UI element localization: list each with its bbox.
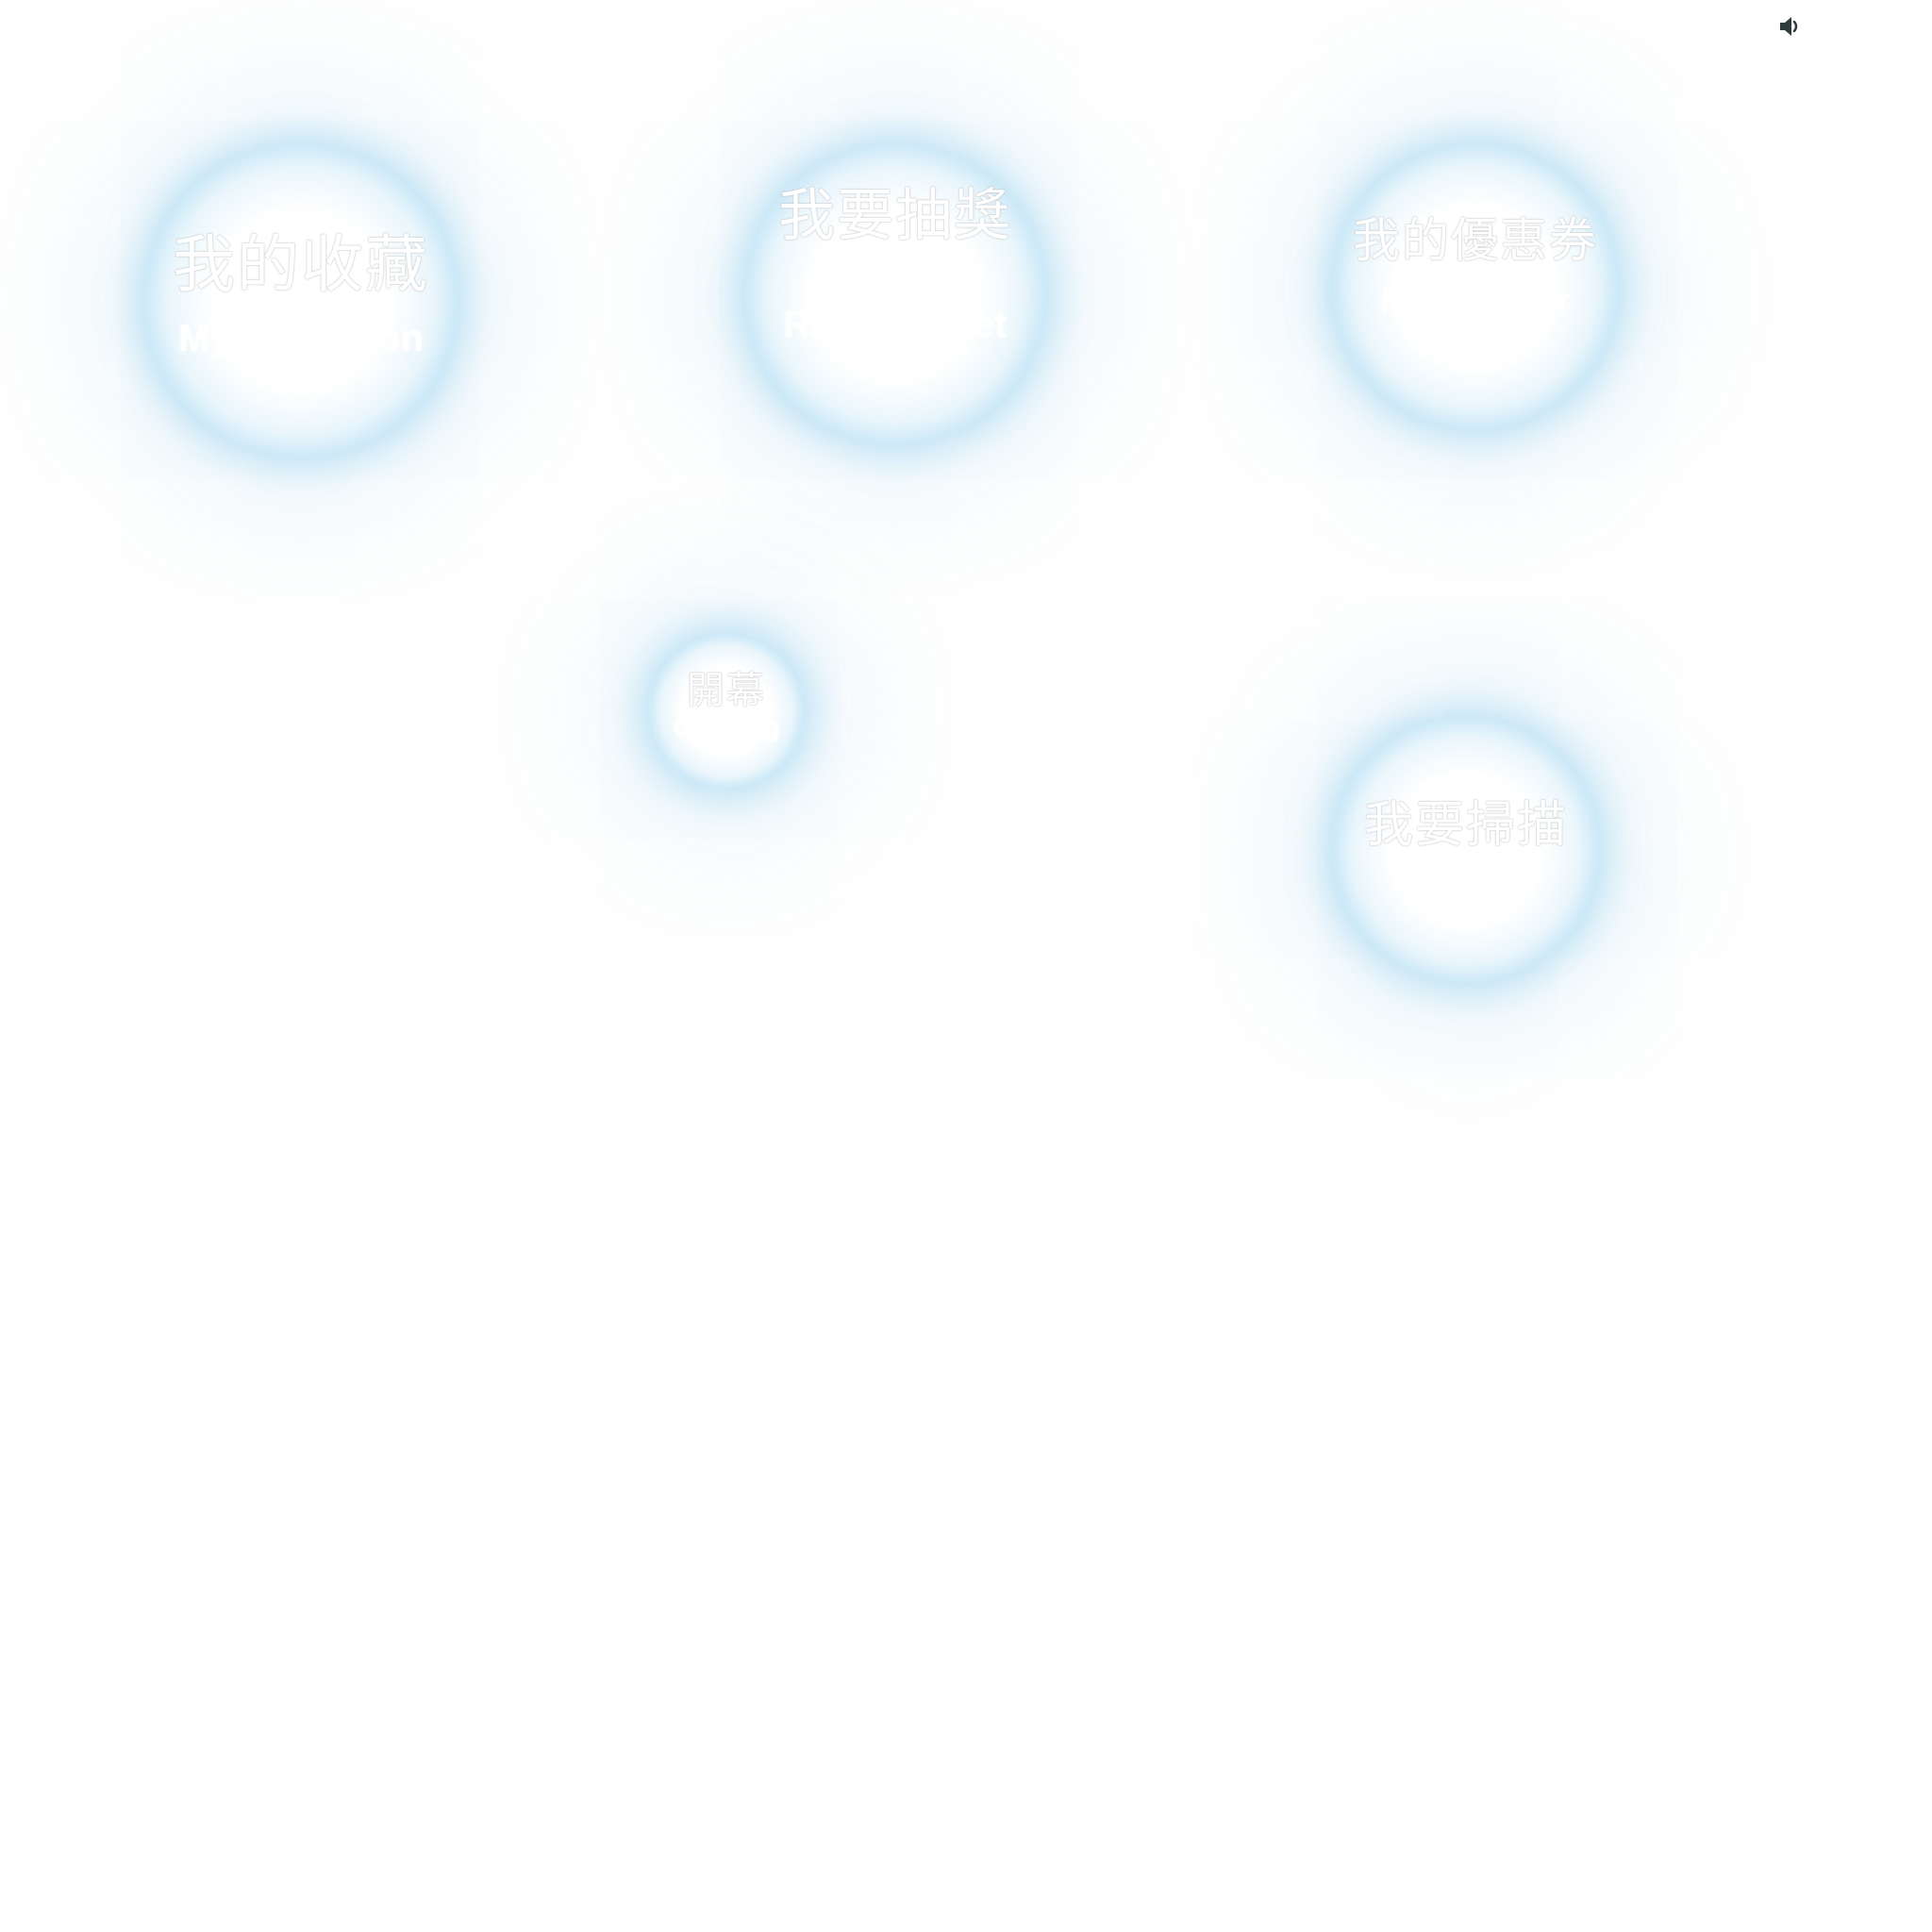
my-collection-label-en: My Collection bbox=[177, 318, 425, 360]
main-screen: 我的收藏 My Collection 我要抽獎 Raffle Ticket 我的… bbox=[0, 0, 1932, 1932]
my-collection-button[interactable]: 我的收藏 My Collection bbox=[144, 144, 458, 458]
raffle-ticket-label-zh: 我要抽獎 bbox=[778, 183, 1012, 249]
sound-toggle-button[interactable] bbox=[1774, 9, 1807, 43]
scan-button[interactable]: 我要掃描 bbox=[1333, 717, 1599, 983]
opening-label-en: Opening bbox=[673, 712, 780, 742]
speaker-icon bbox=[1780, 17, 1798, 36]
raffle-ticket-button[interactable]: 我要抽獎 Raffle Ticket bbox=[745, 144, 1045, 444]
my-voucher-label-en: My Voucher bbox=[1380, 280, 1571, 320]
opening-label-zh: 開幕 bbox=[687, 669, 766, 713]
my-voucher-label-zh: 我的優惠券 bbox=[1353, 212, 1598, 268]
my-voucher-button[interactable]: 我的優惠券 My Voucher bbox=[1333, 144, 1618, 429]
raffle-ticket-label-en: Raffle Ticket bbox=[783, 304, 1008, 345]
opening-button[interactable]: 開幕 Opening bbox=[649, 634, 804, 789]
my-collection-label-zh: 我的收藏 bbox=[173, 227, 429, 301]
scan-label-zh: 我要掃描 bbox=[1363, 797, 1568, 855]
